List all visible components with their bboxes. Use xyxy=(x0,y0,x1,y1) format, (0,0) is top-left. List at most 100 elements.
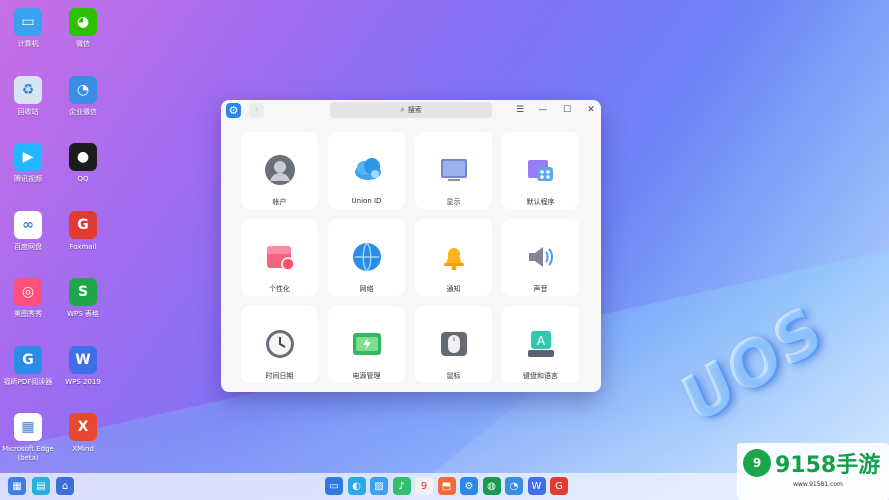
wechat-icon: ◕ xyxy=(69,8,97,36)
home-icon[interactable]: ⌂ xyxy=(56,477,74,495)
xmind-icon: X xyxy=(69,413,97,441)
app-store-icon[interactable]: ⬒ xyxy=(437,477,456,495)
music-icon[interactable]: ♪ xyxy=(392,477,411,495)
search-input[interactable]: ⌕ 搜索 xyxy=(330,102,492,118)
desktop-icon-label: WPS 表格 xyxy=(67,310,99,318)
watermark-brand: 9158手游 xyxy=(775,453,881,478)
microsoft-icon: ▦ xyxy=(14,413,42,441)
control-center-window: ⚙ ‹ ⌕ 搜索 ☰ — ☐ ✕ 帐户 Union ID 显示 默认程序个性化 网络 通知 声… xyxy=(221,100,601,392)
desktop-icon[interactable]: S WPS 表格 xyxy=(55,278,111,319)
watermark-url: www.91581.com xyxy=(793,481,843,488)
site-watermark: 9 9158手游 www.91581.com xyxy=(737,443,889,500)
maximize-button[interactable]: ☐ xyxy=(560,103,574,117)
desktop-icon-label: 百度网盘 xyxy=(14,242,42,251)
foxit-pdf-icon: G xyxy=(14,345,42,374)
baidu-netdisk-icon: ∞ xyxy=(14,210,42,239)
menu-button[interactable]: ☰ xyxy=(513,103,527,117)
back-button[interactable]: ‹ xyxy=(249,103,264,118)
settings-card[interactable]: 显示 xyxy=(415,132,492,209)
default-apps-icon xyxy=(525,154,557,186)
wps-dock-icon[interactable]: W xyxy=(527,477,546,495)
clock-icon xyxy=(264,328,296,360)
desktop-icon-label: 企业微信 xyxy=(69,107,97,116)
meitu-icon: ◎ xyxy=(14,278,42,306)
settings-icon[interactable]: ⚙ xyxy=(460,477,478,495)
browser-icon[interactable]: ◐ xyxy=(347,477,366,495)
settings-card[interactable]: 鼠标 xyxy=(415,306,492,383)
settings-card[interactable]: 通知 xyxy=(415,219,492,296)
settings-card-label: 时间日期 xyxy=(265,372,294,380)
tencent-video-icon: ▶ xyxy=(14,143,42,171)
settings-card-label: 通知 xyxy=(446,285,461,293)
personalization-icon xyxy=(264,241,296,273)
settings-card-label: 键盘和语言 xyxy=(523,372,558,380)
desktop-icon[interactable]: X XMind xyxy=(55,413,111,454)
settings-card[interactable]: 个性化 xyxy=(241,219,318,296)
display-icon xyxy=(438,154,470,186)
settings-card[interactable]: Union ID xyxy=(328,132,405,209)
desktop-icon[interactable]: W WPS 2019 xyxy=(55,345,111,387)
battery-icon xyxy=(351,328,383,360)
wecom-icon: ◔ xyxy=(69,75,97,104)
desktop-icon[interactable]: ● QQ xyxy=(55,143,111,184)
settings-card-label: 网络 xyxy=(359,285,374,293)
multitask-icon[interactable]: ▦ xyxy=(8,477,26,495)
desktop-icon-label: 计算机 xyxy=(17,40,39,48)
desktop-icon-label: 微信 xyxy=(76,40,90,48)
settings-card[interactable]: 时间日期 xyxy=(241,306,318,383)
desktop-icon-label: Microsoft Edge (beta) xyxy=(2,445,54,462)
terminal-icon[interactable]: ◍ xyxy=(482,477,501,495)
wps-icon: W xyxy=(69,345,97,374)
file-manager-icon[interactable]: ▭ xyxy=(325,477,343,495)
settings-app-icon: ⚙ xyxy=(226,103,241,118)
desktop-icon-label: 腾讯视频 xyxy=(14,175,42,183)
desktop-icon-label: XMind xyxy=(72,445,94,453)
desktop-icon-label: 回收站 xyxy=(17,107,39,116)
computer-icon: ▭ xyxy=(14,8,42,36)
desktop-icon-label: Foxmail xyxy=(69,242,97,251)
desktop-icon[interactable]: G Foxmail xyxy=(55,210,111,252)
settings-card[interactable]: 默认程序 xyxy=(502,132,579,209)
wps-sheet-icon: S xyxy=(69,278,97,306)
mouse-icon xyxy=(438,328,470,360)
desktop-icon[interactable]: ▭ 计算机 xyxy=(0,8,56,49)
settings-card-label: 个性化 xyxy=(269,285,290,293)
search-icon: ⌕ xyxy=(400,105,405,114)
close-button[interactable]: ✕ xyxy=(584,103,598,117)
watermark-logo-icon: 9 xyxy=(743,449,771,477)
settings-card-label: 声音 xyxy=(533,285,548,293)
speaker-icon xyxy=(525,241,557,273)
keyboard-icon: A xyxy=(525,328,557,360)
image-viewer-icon[interactable]: ▨ xyxy=(370,477,388,495)
desktop-icon[interactable]: ▶ 腾讯视频 xyxy=(0,143,56,184)
foxmail-dock-icon[interactable]: G xyxy=(550,477,568,495)
desktop-icon[interactable]: ◕ 微信 xyxy=(55,8,111,49)
window-titlebar: ⚙ ‹ ⌕ 搜索 ☰ — ☐ ✕ xyxy=(221,100,601,122)
settings-card-label: 鼠标 xyxy=(446,372,461,380)
desktop-icon[interactable]: ◎ 美图秀秀 xyxy=(0,278,56,319)
settings-card-label: Union ID xyxy=(351,197,382,205)
desktop-icon-label: WPS 2019 xyxy=(65,377,101,386)
calendar-icon[interactable]: 9 xyxy=(415,477,433,495)
settings-card-label: 显示 xyxy=(446,198,461,206)
cloud-icon xyxy=(351,154,383,186)
settings-card[interactable]: A 键盘和语言 xyxy=(502,306,579,383)
foxmail-icon: G xyxy=(69,210,97,239)
desktop-icon[interactable]: G 福昕PDF阅读器 xyxy=(0,345,56,387)
settings-card[interactable]: 网络 xyxy=(328,219,405,296)
settings-card[interactable]: 帐户 xyxy=(241,132,318,209)
qq-icon: ● xyxy=(69,143,97,171)
desktop-icon[interactable]: ∞ 百度网盘 xyxy=(0,210,56,252)
desktop-icon[interactable]: ◔ 企业微信 xyxy=(55,75,111,117)
account-icon xyxy=(264,154,296,186)
desktop-icon-label: 福昕PDF阅读器 xyxy=(3,377,53,386)
desktop-icon[interactable]: ▦ Microsoft Edge (beta) xyxy=(0,413,56,463)
svg-text:A: A xyxy=(537,334,546,348)
desktop-icon[interactable]: ♻ 回收站 xyxy=(0,75,56,117)
settings-card[interactable]: 电源管理 xyxy=(328,306,405,383)
settings-card[interactable]: 声音 xyxy=(502,219,579,296)
workspace-icon[interactable]: ▤ xyxy=(32,477,50,495)
wecom-dock-icon[interactable]: ◔ xyxy=(505,477,523,495)
minimize-button[interactable]: — xyxy=(536,103,550,117)
settings-card-label: 帐户 xyxy=(272,198,287,206)
